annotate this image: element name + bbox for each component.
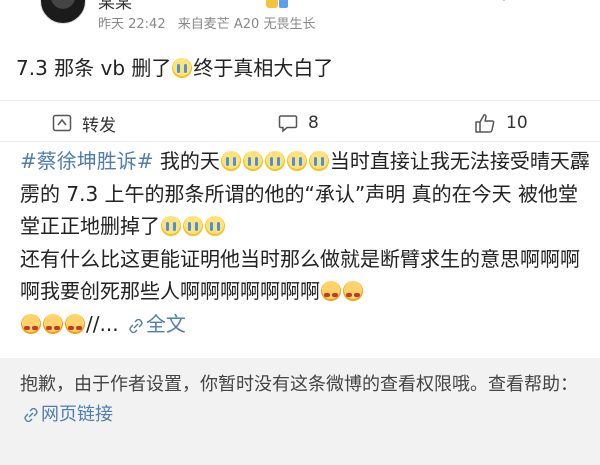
thumbs-up-icon: [475, 113, 495, 133]
angry-emoji-icon: [43, 313, 63, 334]
author-name[interactable]: 某某: [98, 0, 132, 13]
repost-seg4: //...: [86, 311, 119, 336]
link-icon: [129, 318, 143, 333]
angry-emoji-icon: [321, 281, 341, 301]
post-meta: 昨天 22:42 来自麦芒 A20 无畏生长: [98, 13, 323, 32]
notice-message: 抱歉，由于作者设置，你暂时没有这条微博的查看权限哦。查看帮助：: [20, 374, 578, 395]
crying-emoji-icon: [161, 216, 181, 236]
crying-emoji-icon: [286, 151, 307, 171]
post-text: 7.3 那条 vb 删了 终于真相大白了: [16, 52, 333, 81]
comment-icon: [278, 114, 298, 133]
divider: [0, 100, 600, 101]
crying-emoji-icon: [242, 151, 263, 171]
repost-text: #蔡徐坤胜诉# 我的天 当时直接让我无法接受晴天霹雳的 7.3 上午的那条所谓的他…: [20, 145, 590, 340]
repost-seg1: 我的天: [153, 149, 220, 173]
repost-seg3: 还有什么比这更能证明他当时那么做就是断臂求生的意思啊啊啊啊我要创死那些人啊啊啊啊…: [20, 246, 580, 304]
post-source: 来自麦芒 A20 无畏生长: [177, 17, 316, 32]
crying-emoji-icon: [308, 151, 329, 171]
badge-icon: [266, 0, 288, 8]
crying-emoji-icon: [264, 151, 285, 171]
avatar[interactable]: [40, 0, 86, 24]
crying-emoji-icon: [205, 216, 225, 236]
webpage-link[interactable]: 网页链接: [41, 404, 113, 425]
link-icon: [24, 408, 38, 422]
chevron-down-icon[interactable]: [498, 0, 510, 4]
action-bar: 转发 8 10: [0, 105, 600, 141]
full-text-link[interactable]: 全文: [146, 312, 186, 336]
post-time: 昨天 22:42: [98, 17, 166, 32]
angry-emoji-icon: [65, 313, 85, 334]
like-count: 10: [506, 113, 528, 133]
notice-text: 抱歉，由于作者设置，你暂时没有这条微博的查看权限哦。查看帮助： 网页链接: [20, 370, 585, 430]
angry-emoji-icon: [21, 313, 41, 334]
comment-count: 8: [308, 113, 319, 133]
permission-notice: 抱歉，由于作者设置，你暂时没有这条微博的查看权限哦。查看帮助： 网页链接: [0, 358, 600, 465]
repost-button[interactable]: 转发: [52, 105, 116, 141]
angry-emoji-icon: [343, 281, 363, 301]
post-text-part1: 7.3 那条 vb 删了: [16, 56, 172, 80]
crying-emoji-icon: [183, 216, 203, 236]
like-button[interactable]: 10: [474, 105, 528, 141]
comment-button[interactable]: 8: [278, 105, 319, 141]
reposted-content: #蔡徐坤胜诉# 我的天 当时直接让我无法接受晴天霹雳的 7.3 上午的那条所谓的他…: [0, 142, 600, 357]
post-text-part2: 终于真相大白了: [193, 56, 334, 80]
repost-label: 转发: [82, 115, 116, 136]
hashtag-link[interactable]: #蔡徐坤胜诉#: [20, 149, 154, 173]
post-header: 某某 昨天 22:42 来自麦芒 A20 无畏生长: [0, 0, 600, 40]
crying-emoji-icon: [172, 58, 193, 78]
repost-icon: [52, 114, 72, 132]
crying-emoji-icon: [220, 151, 241, 171]
